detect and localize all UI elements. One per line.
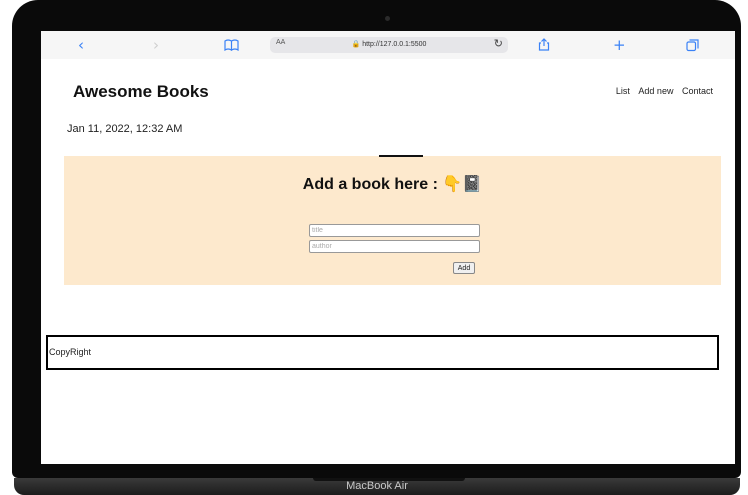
url-text: 🔒 http://127.0.0.1:5500: [351, 41, 427, 48]
url-value: http://127.0.0.1:5500: [362, 41, 427, 48]
current-date: Jan 11, 2022, 12:32 AM: [67, 123, 183, 135]
site-logo: Awesome Books: [73, 82, 209, 101]
address-bar[interactable]: AA 🔒 http://127.0.0.1:5500 ↻: [270, 37, 508, 53]
chevron-left-icon[interactable]: ‹: [78, 35, 84, 55]
browser-window: ‹ › AA 🔒 http://127.0.0.1:5500 ↻ + Aweso…: [41, 31, 735, 464]
share-icon[interactable]: [538, 36, 550, 56]
author-input[interactable]: [309, 240, 480, 253]
footer-text: CopyRight: [49, 347, 92, 357]
section-divider: [379, 155, 423, 157]
footer: CopyRight: [46, 335, 719, 370]
add-book-section: Add a book here : 👇📓 Add: [64, 156, 721, 285]
web-page: Awesome Books List Add new Contact Jan 1…: [41, 59, 735, 464]
laptop-frame: ‹ › AA 🔒 http://127.0.0.1:5500 ↻ + Aweso…: [12, 0, 741, 478]
plus-icon[interactable]: +: [613, 35, 626, 55]
nav-link-contact[interactable]: Contact: [682, 86, 713, 96]
camera-dot: [385, 16, 390, 21]
title-input[interactable]: [309, 224, 480, 237]
nav-link-list[interactable]: List: [616, 86, 630, 96]
nav-link-add-new[interactable]: Add new: [638, 86, 673, 96]
section-heading: Add a book here : 👇📓: [302, 176, 483, 193]
tabs-icon[interactable]: [686, 37, 699, 57]
laptop-base: MacBook Air: [14, 478, 740, 495]
device-model-label: MacBook Air: [346, 480, 408, 492]
top-nav: List Add new Contact: [610, 86, 713, 96]
book-icon[interactable]: [224, 36, 239, 56]
reload-icon[interactable]: ↻: [494, 37, 503, 50]
browser-toolbar: ‹ › AA 🔒 http://127.0.0.1:5500 ↻ +: [41, 31, 735, 60]
add-button[interactable]: Add: [453, 262, 475, 274]
chevron-right-icon[interactable]: ›: [153, 35, 159, 55]
